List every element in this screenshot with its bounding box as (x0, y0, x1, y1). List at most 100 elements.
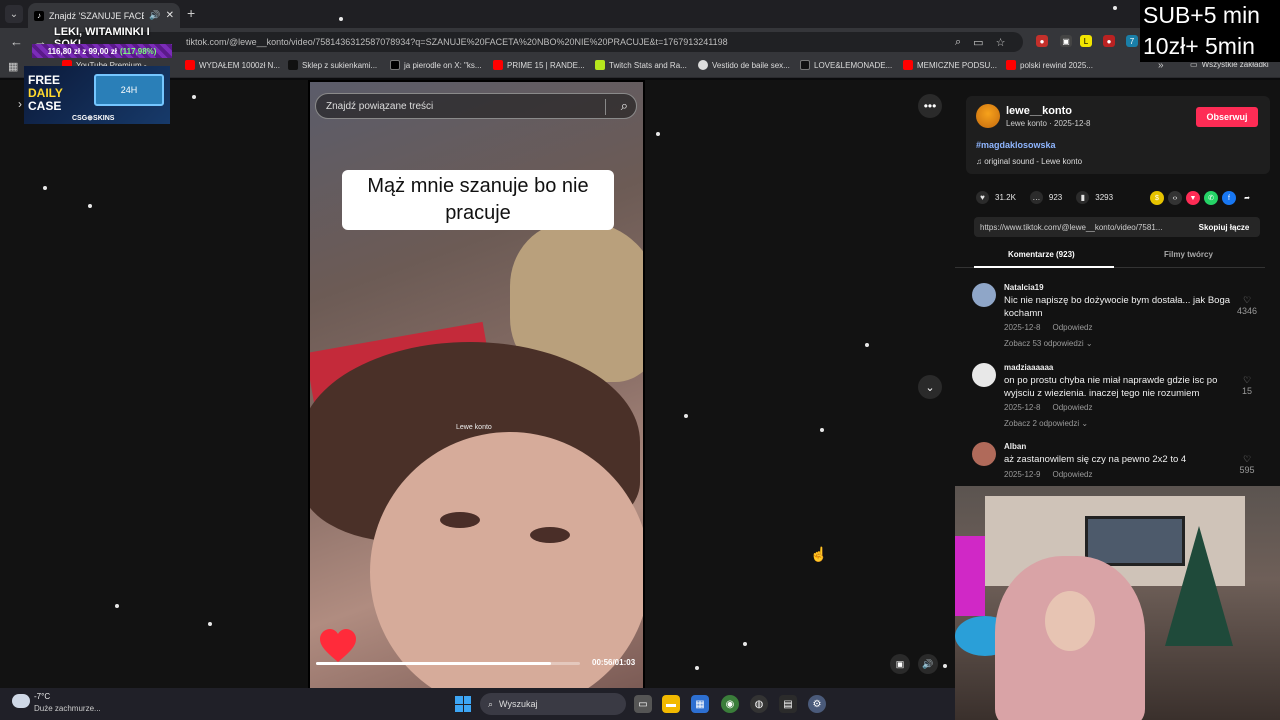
promo-case-box: 24H (94, 74, 164, 106)
shop-icon (288, 60, 298, 70)
comment-like[interactable]: ♡ 15 (1232, 375, 1262, 396)
tab-list-button[interactable]: ⌄ (5, 5, 23, 23)
comment-item: Natalcia19 Nic nie napiszę bo dożywocie … (972, 283, 1262, 353)
chevron-right-icon[interactable]: › (18, 97, 22, 111)
store-icon[interactable]: ▦ (691, 695, 709, 713)
sponsor-overlay: LEKI, WITAMINKI I SOKI 116,80 zł z 99,00… (24, 26, 174, 126)
close-tab-icon[interactable]: ✕ (166, 10, 174, 21)
tiktok-icon: ♪ (34, 10, 44, 21)
reply-button[interactable]: Odpowiedz (1052, 470, 1092, 479)
related-search-input[interactable]: Znajdź powiązane treści ⌕ (315, 93, 637, 119)
commenter-avatar[interactable] (972, 283, 996, 307)
video-progress-bar[interactable] (316, 662, 580, 665)
taskbar-search[interactable]: ⌕ Wyszukaj (480, 693, 626, 715)
tab-title: Znajdź 'SZANUJE FACETA N (49, 10, 145, 21)
extension-icon-dark[interactable]: ▣ (1060, 35, 1072, 47)
comment-like[interactable]: ♡ 4346 (1232, 295, 1262, 316)
engagement-stats: ♥ 31.2K … 923 ▮ 3293 (976, 191, 1113, 204)
reply-button[interactable]: Odpowiedz (1052, 323, 1092, 332)
video-timer: 00:56/01:03 (592, 658, 636, 667)
bookmark-item[interactable]: PRIME 15 | RANDE... (493, 60, 585, 70)
chevron-down-icon[interactable]: ⌄ (918, 375, 942, 399)
bookmark-item[interactable]: WYDAŁEM 1000zł N... (185, 60, 280, 70)
taskbar-search-label: Wyszukaj (499, 699, 538, 709)
view-replies-button[interactable]: Zobacz 2 odpowiedzi ⌄ (1004, 419, 1088, 428)
video-watermark: Lewe konto (456, 424, 492, 431)
snow-particle (820, 428, 824, 432)
whatsapp-icon[interactable]: ✆ (1204, 191, 1218, 205)
commenter-name[interactable]: madziaaaaaa (1004, 363, 1053, 372)
commenter-avatar[interactable] (972, 363, 996, 387)
bookmark-item[interactable]: MEMICZNE PODSU... (903, 60, 997, 70)
reply-button[interactable]: Odpowiedz (1052, 403, 1092, 412)
bookmark-icon[interactable]: ▮ (1076, 191, 1090, 204)
zoom-icon[interactable]: ⌕ (955, 36, 961, 49)
like-heart-icon[interactable]: ♥ (976, 191, 989, 204)
extension-icon-blue[interactable]: 7 (1126, 35, 1138, 47)
author-avatar[interactable] (976, 104, 1000, 128)
comment-icon[interactable]: … (1029, 191, 1043, 204)
youtube-icon (185, 60, 195, 70)
tab-creator-videos[interactable]: Filmy twórcy (1164, 250, 1213, 259)
pip-icon[interactable]: ▣ (890, 654, 910, 674)
bookmark-item[interactable]: Twitch Stats and Ra... (595, 60, 687, 70)
author-username[interactable]: lewe__konto (1006, 105, 1072, 117)
browser-tab-active[interactable]: ♪ Znajdź 'SZANUJE FACETA N 🔊 ✕ (28, 3, 180, 28)
file-explorer-icon[interactable]: ▬ (662, 695, 680, 713)
bookmark-item[interactable]: Vestido de baile sex... (698, 60, 790, 70)
twitch-stats-icon (595, 60, 605, 70)
windows-start-icon[interactable] (455, 696, 471, 712)
search-icon[interactable]: ⌕ (621, 98, 628, 114)
more-options-icon[interactable]: ••• (918, 94, 942, 118)
obs-icon[interactable]: ◍ (750, 695, 768, 713)
heart-icon (320, 629, 356, 662)
tab-comments[interactable]: Komentarze (923) (1008, 250, 1075, 259)
extension-icon-drop[interactable]: ● (1103, 35, 1115, 47)
commenter-name[interactable]: Natalcia19 (1004, 283, 1044, 292)
view-replies-button[interactable]: Zobacz 53 odpowiedzi ⌄ (1004, 339, 1093, 348)
coin-icon[interactable]: $ (1150, 191, 1164, 205)
commenter-avatar[interactable] (972, 442, 996, 466)
bookmark-item[interactable]: polski rewind 2025... (1006, 60, 1093, 70)
comment-like-count: 15 (1241, 386, 1252, 396)
share-arrow-icon[interactable]: ➦ (1240, 191, 1254, 205)
volume-icon[interactable]: 🔊 (918, 654, 938, 674)
promo-brand: CSG⊕SKINS (72, 115, 115, 122)
subathon-line-2: 10zł+ 5min (1143, 33, 1255, 59)
sound-link[interactable]: ♫ original sound - Lewe konto (976, 157, 1082, 166)
bookmark-item[interactable]: LOVE&LEMONADE... (800, 60, 892, 70)
url-text: tiktok.com/@lewe__konto/video/7581436312… (186, 37, 728, 47)
bookmark-item[interactable]: Sklep z sukienkami... (288, 60, 377, 70)
terminal-icon[interactable]: ▤ (779, 695, 797, 713)
extension-icon-red[interactable]: ● (1036, 35, 1048, 47)
webcam-pink-light (955, 536, 985, 616)
new-tab-button[interactable]: + (187, 5, 195, 21)
snow-particle (684, 414, 688, 418)
comment-like-count: 4346 (1236, 306, 1258, 316)
settings-gear-icon[interactable]: ⚙ (808, 695, 826, 713)
shop-icon (800, 60, 810, 70)
chrome-icon[interactable]: ◉ (721, 695, 739, 713)
cast-icon[interactable]: ▭ (973, 36, 983, 49)
comment-like[interactable]: ♡ 595 (1232, 454, 1262, 475)
embed-icon[interactable]: ‹› (1168, 191, 1182, 205)
bookmark-star-icon[interactable]: ☆ (996, 36, 1006, 49)
related-search-placeholder: Znajdź powiązane treści (326, 100, 434, 112)
promo-price-bar: 116,80 zł z 99,00 zł (117,98%) (32, 44, 172, 58)
hashtag-link[interactable]: #magdaklosowska (976, 140, 1056, 150)
commenter-name[interactable]: Alban (1004, 442, 1026, 451)
streamer-face-shape (1045, 591, 1095, 651)
back-arrow-icon[interactable]: ← (10, 34, 23, 49)
bookmark-item[interactable]: ja pierodle on X: "ks... (390, 60, 482, 70)
task-view-icon[interactable]: ▭ (634, 695, 652, 713)
send-icon[interactable]: ▼ (1186, 191, 1200, 205)
extension-icon-yellow[interactable]: L (1080, 35, 1092, 47)
address-bar[interactable]: tiktok.com/@lewe__konto/video/7581436312… (58, 32, 1023, 52)
copy-link-button[interactable]: Skopiuj łącze (1188, 217, 1260, 237)
follow-button[interactable]: Obserwuj (1196, 107, 1258, 127)
facebook-icon[interactable]: f (1222, 191, 1236, 205)
video-progress-fill (316, 662, 551, 665)
promo-free-text: FREE DAILY CASE (28, 74, 63, 113)
speaker-icon[interactable]: 🔊 (149, 10, 160, 21)
apps-grid-icon[interactable]: ▦ (8, 60, 18, 73)
